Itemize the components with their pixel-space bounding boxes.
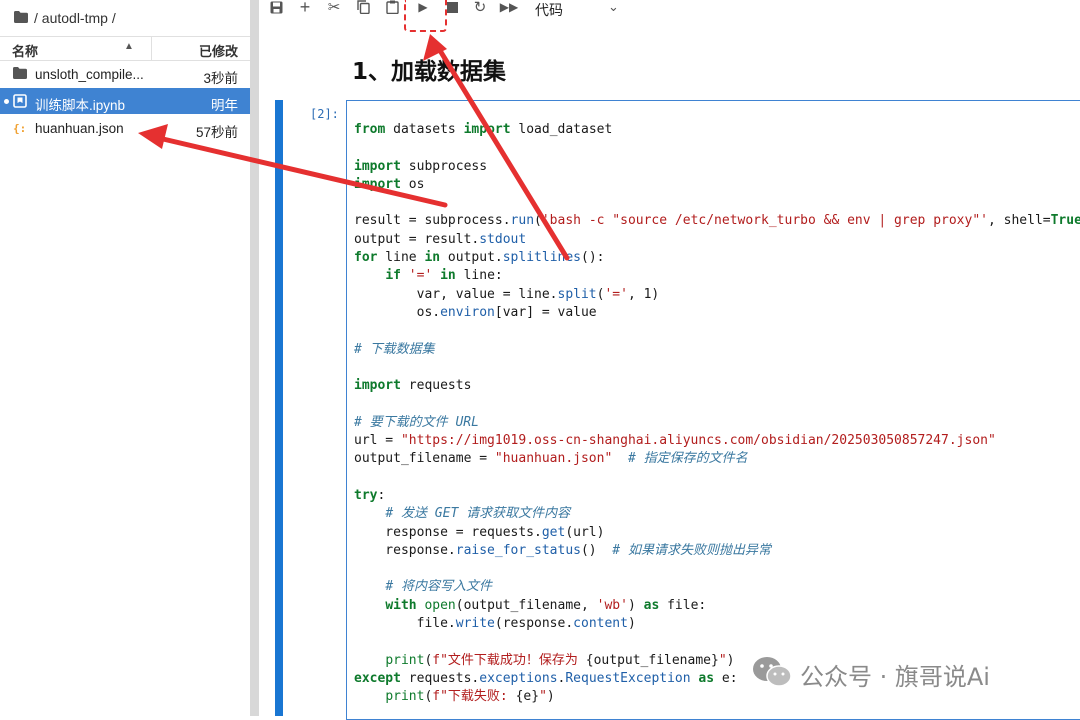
notebook-toolbar: + ✂ ▶ ↻ ▶▶ 代码 ⌄ [259,0,1080,18]
modified-column-header[interactable]: 已修改 [199,41,238,60]
watermark-text: 公众号 · 旗哥说Ai [800,662,990,691]
notebook-icon [13,94,29,108]
watermark: 公众号 · 旗哥说Ai [752,654,990,694]
folder-icon [14,10,28,26]
paste-icon[interactable] [383,0,401,16]
svg-text:{:}: {:} [13,122,27,135]
active-cell-indicator[interactable] [275,100,283,716]
folder-icon [13,67,29,81]
sort-ascending-icon[interactable]: ▲ [124,41,134,52]
execution-count: [2]: [310,107,339,121]
run-button-highlight [404,0,447,32]
add-cell-icon[interactable]: + [296,0,314,17]
panel-splitter[interactable] [250,0,259,716]
cell-type-select[interactable]: 代码 [535,0,563,20]
file-list-header: 名称 ▲ 已修改 [0,36,250,61]
code-content[interactable]: from datasets import load_dataset import… [354,121,1080,707]
copy-icon[interactable] [354,0,372,16]
file-name: 训练脚本.ipynb [35,98,126,113]
breadcrumb[interactable]: / autodl-tmp / [14,9,116,27]
file-name: unsloth_compile... [35,67,144,82]
save-icon[interactable] [267,0,285,16]
file-row-training-notebook[interactable]: 训练脚本.ipynb 明年 [0,88,250,114]
file-row-huanhuan-json[interactable]: {:} huanhuan.json 57秒前 [0,115,250,141]
chevron-down-icon[interactable]: ⌄ [608,0,619,15]
wechat-icon [752,655,792,694]
restart-icon[interactable]: ↻ [471,0,489,16]
file-name: huanhuan.json [35,121,124,136]
markdown-heading: 1、加载数据集 [352,59,507,85]
file-browser: / autodl-tmp / 名称 ▲ 已修改 unsloth_compile.… [0,0,250,716]
file-modified: 3秒前 [203,71,238,86]
breadcrumb-path[interactable]: / autodl-tmp / [34,10,116,26]
running-indicator-icon [4,99,9,104]
column-divider[interactable] [151,37,152,60]
json-icon: {:} [13,121,33,135]
run-all-icon[interactable]: ▶▶ [500,0,518,16]
file-row-unsloth-compile[interactable]: unsloth_compile... 3秒前 [0,61,250,87]
cut-icon[interactable]: ✂ [325,0,343,16]
file-modified: 明年 [211,98,238,113]
name-column-header[interactable]: 名称 [12,41,38,60]
file-modified: 57秒前 [195,125,238,140]
